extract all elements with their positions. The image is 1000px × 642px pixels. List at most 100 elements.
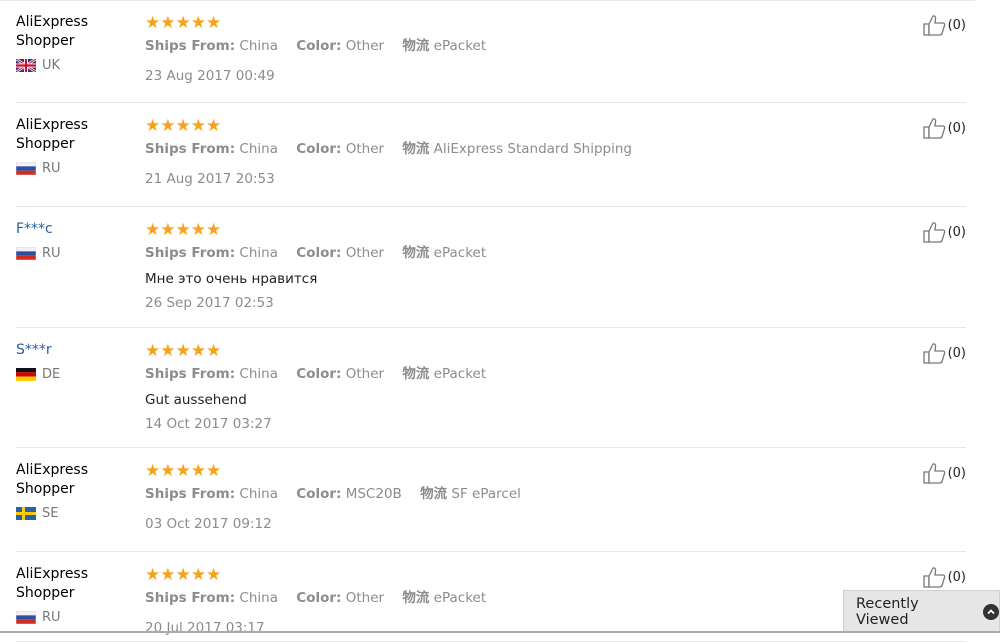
star-rating: ★★★★★ [145,116,222,136]
review-item: AliExpress Shopper UK ★★★★★ Ships From: … [16,0,966,103]
ships-from-attr: Ships From: China [145,245,278,261]
reviewer-name[interactable]: F***c [16,220,126,239]
country-code: SE [42,506,59,521]
logistics-attr: 物流 ePacket [402,590,486,606]
thumbs-up-icon [922,221,946,243]
ships-from-value: China [239,590,278,606]
reviewer-country: RU [16,610,126,625]
reviewer-name: AliExpress Shopper [16,117,89,152]
helpful-button[interactable]: (0) [922,462,966,484]
ships-from-value: China [239,38,278,54]
color-value: Other [345,38,385,54]
country-code: DE [42,367,61,382]
color-attr: Color: Other [296,141,384,157]
logistics-value: ePacket [433,38,487,54]
color-attr: Color: Other [296,590,384,606]
logistics-value: ePacket [433,590,487,606]
recently-viewed-button[interactable]: Recently Viewed [843,590,1000,633]
logistics-key: 物流 [402,141,430,157]
helpful-count: (0) [947,465,966,481]
country-code: RU [42,246,61,261]
review-date: 21 Aug 2017 20:53 [145,171,275,187]
flag-uk-icon [16,59,36,72]
color-key: Color: [296,486,342,502]
color-value: Other [345,590,385,606]
color-value: Other [345,366,385,382]
country-code: RU [42,161,61,176]
ships-from-value: China [239,486,278,502]
review-content: ★★★★★ Ships From: China Color: Other 物流 … [145,341,805,433]
reviewer-info: AliExpress Shopper SE [16,461,126,521]
review-date: 14 Oct 2017 03:27 [145,416,272,432]
color-attr: Color: Other [296,366,384,382]
star-rating: ★★★★★ [145,13,222,33]
logistics-key: 物流 [402,366,430,382]
flag-ru-icon [16,247,36,260]
chevron-up-icon [983,603,999,620]
ships-from-attr: Ships From: China [145,590,278,606]
helpful-button[interactable]: (0) [922,14,966,36]
flag-se-icon [16,507,36,520]
recently-viewed-label: Recently Viewed [856,595,919,628]
color-attr: Color: MSC20B [296,486,402,502]
helpful-count: (0) [947,569,966,585]
star-rating: ★★★★★ [145,565,222,585]
ships-from-attr: Ships From: China [145,141,278,157]
ships-from-key: Ships From: [145,38,236,54]
logistics-value: ePacket [433,245,487,261]
review-comment: Gut aussehend [145,392,247,408]
ships-from-value: China [239,141,278,157]
color-attr: Color: Other [296,38,384,54]
ships-from-value: China [239,245,278,261]
review-content: ★★★★★ Ships From: China Color: MSC20B 物流… [145,461,805,533]
logistics-value: ePacket [433,366,487,382]
helpful-button[interactable]: (0) [922,117,966,139]
logistics-value: AliExpress Standard Shipping [433,141,632,157]
thumbs-up-icon [922,462,946,484]
color-key: Color: [296,141,342,157]
review-item: AliExpress Shopper RU ★★★★★ Ships From: … [16,103,966,207]
logistics-key: 物流 [402,245,430,261]
helpful-button[interactable]: (0) [922,566,966,588]
logistics-attr: 物流 ePacket [402,245,486,261]
reviewer-country: RU [16,246,126,261]
review-item: S***r DE ★★★★★ Ships From: China Color: … [16,328,966,448]
order-attributes: Ships From: China Color: Other 物流 ePacke… [145,37,805,55]
reviewer-name[interactable]: S***r [16,341,126,360]
ships-from-key: Ships From: [145,245,236,261]
reviewer-country: DE [16,367,126,382]
color-value: Other [345,245,385,261]
order-attributes: Ships From: China Color: Other 物流 ePacke… [145,365,805,383]
reviewer-info: S***r DE [16,341,126,382]
review-item: F***c RU ★★★★★ Ships From: China Color: … [16,207,966,328]
color-key: Color: [296,590,342,606]
ships-from-key: Ships From: [145,590,236,606]
logistics-attr: 物流 ePacket [402,38,486,54]
logistics-value: SF eParcel [451,486,521,502]
review-content: ★★★★★ Ships From: China Color: Other 物流 … [145,220,805,312]
order-attributes: Ships From: China Color: Other 物流 ePacke… [145,244,805,262]
reviewer-name: AliExpress Shopper [16,566,89,601]
ships-from-key: Ships From: [145,486,236,502]
helpful-button[interactable]: (0) [922,342,966,364]
helpful-count: (0) [947,120,966,136]
review-item: AliExpress Shopper RU ★★★★★ Ships From: … [16,552,966,642]
helpful-count: (0) [947,17,966,33]
helpful-button[interactable]: (0) [922,221,966,243]
logistics-key: 物流 [420,486,448,502]
flag-de-icon [16,368,36,381]
thumbs-up-icon [922,566,946,588]
ships-from-value: China [239,366,278,382]
order-attributes: Ships From: China Color: Other 物流 AliExp… [145,140,805,158]
review-item: AliExpress Shopper SE ★★★★★ Ships From: … [16,448,966,552]
color-key: Color: [296,366,342,382]
review-content: ★★★★★ Ships From: China Color: Other 物流 … [145,13,805,85]
color-key: Color: [296,38,342,54]
reviewer-info: F***c RU [16,220,126,261]
thumbs-up-icon [922,14,946,36]
review-content: ★★★★★ Ships From: China Color: Other 物流 … [145,565,805,637]
country-code: RU [42,610,61,625]
logistics-attr: 物流 AliExpress Standard Shipping [402,141,632,157]
star-rating: ★★★★★ [145,461,222,481]
star-rating: ★★★★★ [145,341,222,361]
